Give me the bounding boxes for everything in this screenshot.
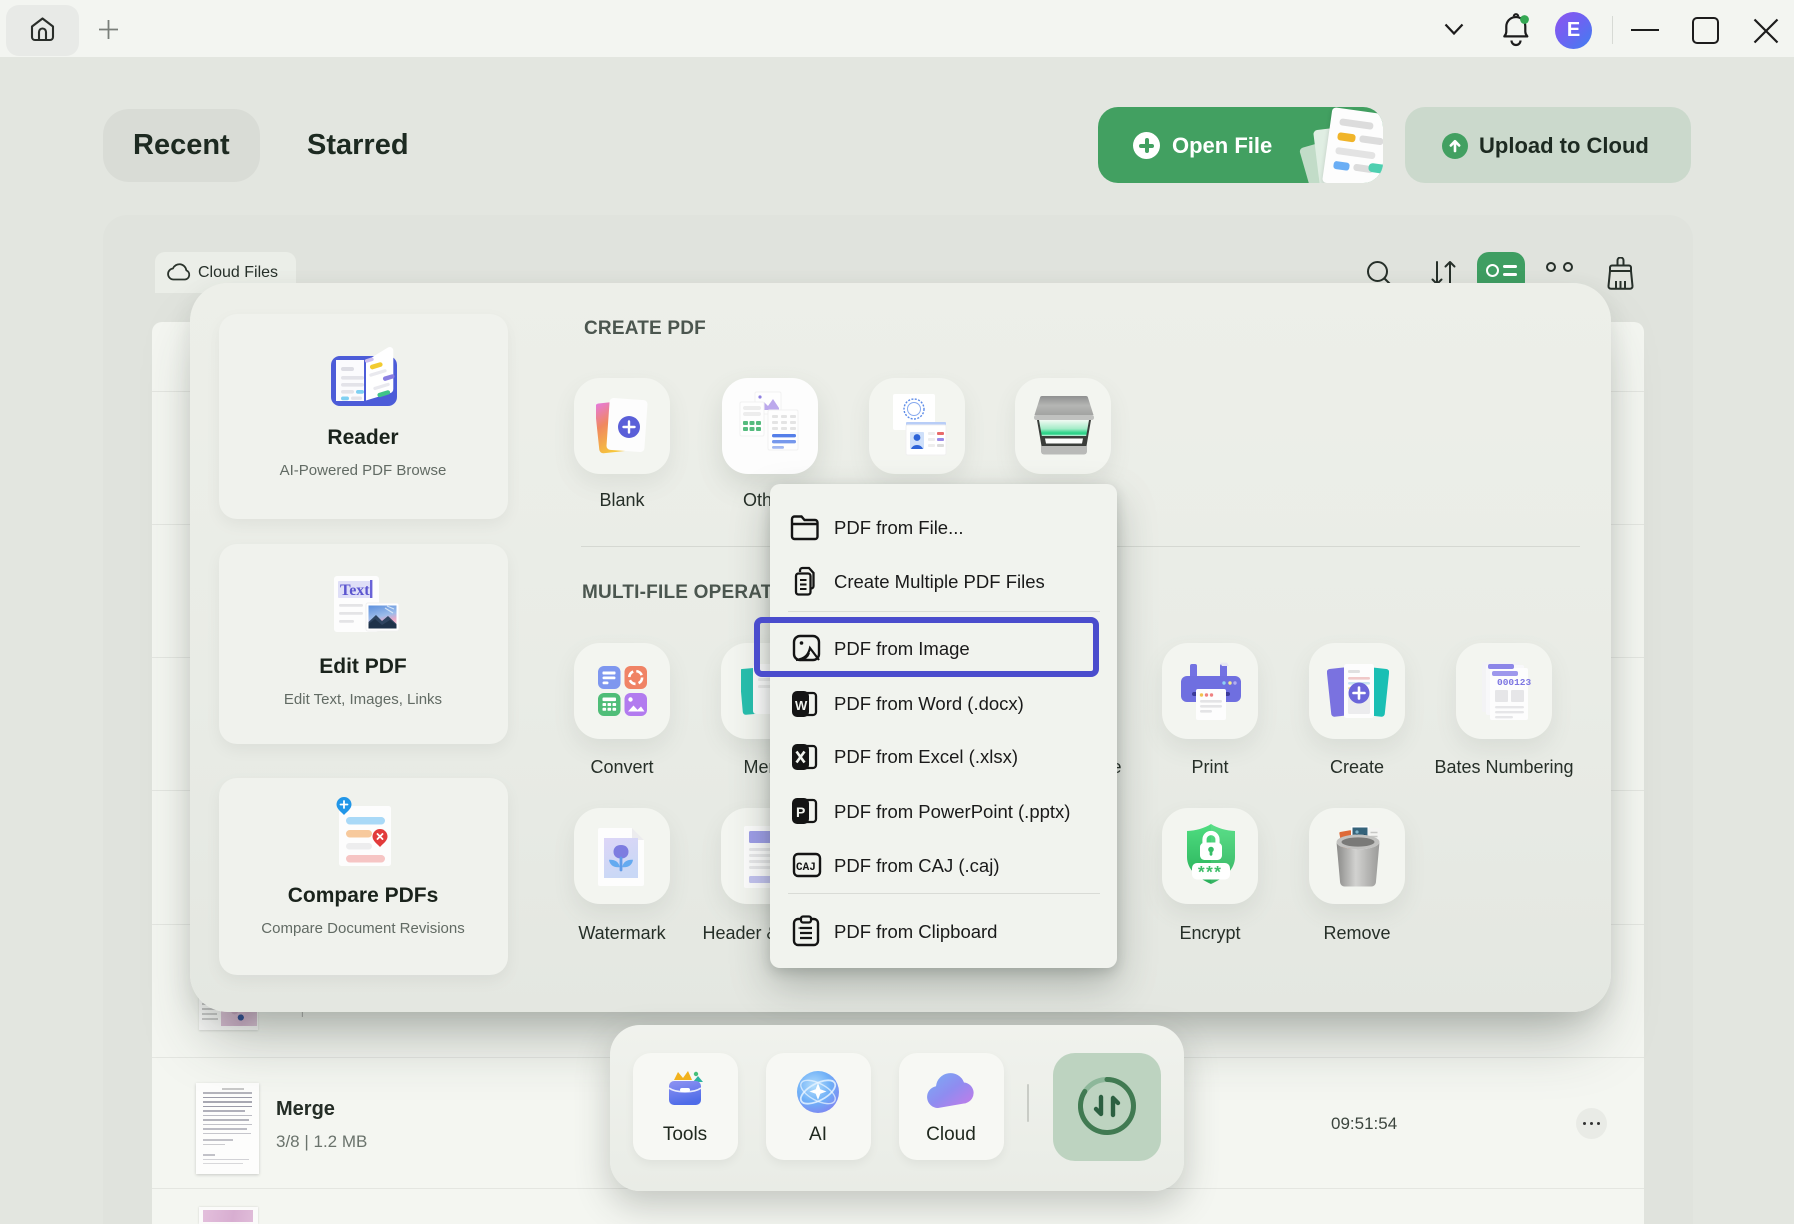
svg-text:P: P (796, 804, 805, 820)
svg-text:000123: 000123 (1497, 677, 1532, 688)
svg-text:***: *** (1198, 863, 1222, 882)
svg-text:W: W (795, 698, 808, 713)
svg-text:CAJ: CAJ (796, 862, 816, 874)
svg-text:Text: Text (340, 582, 370, 599)
